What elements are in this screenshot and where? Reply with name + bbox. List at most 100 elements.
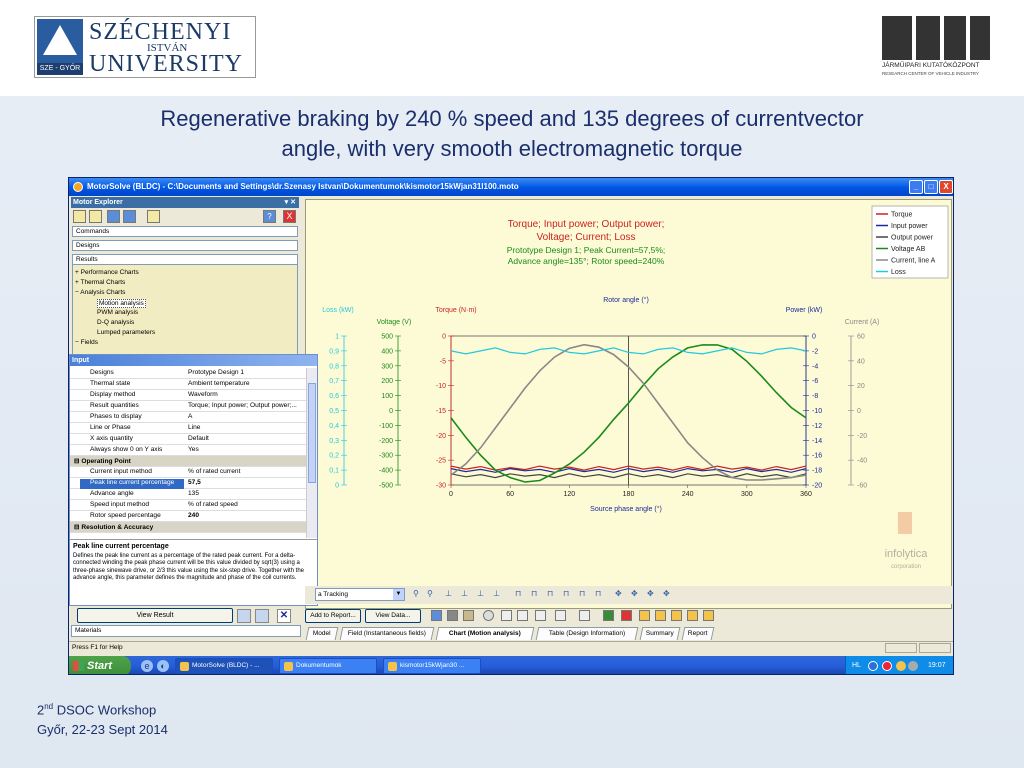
property-grid-scrollbar[interactable] xyxy=(306,368,317,538)
move-icon[interactable]: ✥ xyxy=(615,589,622,598)
view4-icon[interactable] xyxy=(687,610,698,621)
property-row[interactable]: Current input method % of rated current xyxy=(70,467,306,478)
tab-summary[interactable]: Summary xyxy=(639,627,681,640)
new-icon[interactable] xyxy=(73,210,86,223)
zoom-in-icon[interactable]: ⚲ xyxy=(413,589,419,598)
stop-icon[interactable] xyxy=(621,610,632,621)
window-titlebar[interactable]: MotorSolve (BLDC) - C:\Documents and Set… xyxy=(69,178,953,196)
export-icon[interactable] xyxy=(237,609,251,623)
tree-item-analysis-charts[interactable]: − Analysis Charts xyxy=(75,289,125,296)
cursor2-icon[interactable]: ⊓ xyxy=(531,589,537,598)
property-value[interactable]: Waveform xyxy=(188,391,306,398)
property-row[interactable]: Peak line current percentage 57,5 xyxy=(70,478,306,489)
view5-icon[interactable] xyxy=(703,610,714,621)
view-data-button[interactable]: View Data... xyxy=(365,609,421,623)
property-value[interactable]: Prototype Design 1 xyxy=(188,369,306,376)
tab-report[interactable]: Report xyxy=(681,627,715,640)
property-value[interactable]: Line xyxy=(188,424,306,431)
marker-icon[interactable]: ⊥ xyxy=(445,589,452,598)
quicklaunch-ie-icon[interactable]: e xyxy=(141,660,153,672)
start-button[interactable]: Start xyxy=(69,656,131,674)
layout-icon[interactable] xyxy=(517,610,528,621)
designs-button[interactable]: Designs xyxy=(72,240,298,251)
property-row[interactable]: X axis quantity Default xyxy=(70,434,306,445)
tray-volume-icon[interactable] xyxy=(896,661,906,671)
copy-icon[interactable] xyxy=(255,609,269,623)
tree-item-lumped-parameters[interactable]: Lumped parameters xyxy=(97,329,155,336)
tree-item-motion-analysis[interactable]: Motion analysis xyxy=(97,299,146,308)
tab-field[interactable]: Field (Instantaneous fields) xyxy=(339,627,435,640)
axis-icon[interactable] xyxy=(579,610,590,621)
property-value[interactable]: 57,5 xyxy=(188,479,306,486)
tree-item-pwm-analysis[interactable]: PWM analysis xyxy=(97,309,138,316)
property-value[interactable]: % of rated speed xyxy=(188,501,306,508)
color-icon[interactable] xyxy=(483,610,494,621)
view-result-button[interactable]: View Result xyxy=(77,608,233,623)
move2-icon[interactable]: ✥ xyxy=(631,589,638,598)
property-value[interactable]: Default xyxy=(188,435,306,442)
help-icon[interactable]: ? xyxy=(263,210,276,223)
property-value[interactable]: Ambient temperature xyxy=(188,380,306,387)
properties-icon[interactable] xyxy=(147,210,160,223)
language-indicator[interactable]: HL xyxy=(852,656,861,674)
property-value[interactable]: A xyxy=(188,413,306,420)
tracking-select[interactable]: a Tracking ▼ xyxy=(315,588,405,601)
cursor4-icon[interactable]: ⊓ xyxy=(563,589,569,598)
property-row[interactable]: Designs Prototype Design 1 xyxy=(70,368,306,379)
property-value[interactable]: 135 xyxy=(188,490,306,497)
view1-icon[interactable] xyxy=(639,610,650,621)
export-image-icon[interactable] xyxy=(603,610,614,621)
property-category[interactable]: ⊟ Operating Point xyxy=(70,456,306,467)
cursor6-icon[interactable]: ⊓ xyxy=(595,589,601,598)
open-icon[interactable] xyxy=(89,210,102,223)
print-icon[interactable] xyxy=(447,610,458,621)
move4-icon[interactable]: ✥ xyxy=(663,589,670,598)
marker2-icon[interactable]: ⊥ xyxy=(461,589,468,598)
property-value[interactable]: Torque; Input power; Output power;... xyxy=(188,402,306,409)
move3-icon[interactable]: ✥ xyxy=(647,589,654,598)
save-icon[interactable] xyxy=(107,210,120,223)
chevron-down-icon[interactable]: ▼ xyxy=(393,589,404,600)
tree-item-thermal-charts[interactable]: + Thermal Charts xyxy=(75,279,125,286)
property-row[interactable]: Result quantities Torque; Input power; Ou… xyxy=(70,401,306,412)
tree-item-fields[interactable]: − Fields xyxy=(75,339,98,346)
property-row[interactable]: Speed input method % of rated speed xyxy=(70,500,306,511)
tree-item-performance-charts[interactable]: + Performance Charts xyxy=(75,269,139,276)
tray-security-icon[interactable] xyxy=(882,661,892,671)
property-row[interactable]: Always show 0 on Y axis Yes xyxy=(70,445,306,456)
tray-network-icon[interactable] xyxy=(868,661,878,671)
task-motorsolve[interactable]: MotorSolve (BLDC) - ... xyxy=(175,658,273,674)
property-row[interactable]: Thermal state Ambient temperature xyxy=(70,379,306,390)
save-as-icon[interactable] xyxy=(123,210,136,223)
task-kismotor[interactable]: kismotor15kWjan30 ... xyxy=(383,658,481,674)
cancel-icon[interactable]: ✕ xyxy=(277,609,291,623)
grid-icon[interactable] xyxy=(501,610,512,621)
property-row[interactable]: Display method Waveform xyxy=(70,390,306,401)
tab-table[interactable]: Table (Design Information) xyxy=(535,627,639,640)
property-row[interactable]: Phases to display A xyxy=(70,412,306,423)
property-row[interactable]: Line or Phase Line xyxy=(70,423,306,434)
zoom-out-icon[interactable]: ⚲ xyxy=(427,589,433,598)
chart-icon[interactable] xyxy=(431,610,442,621)
materials-button[interactable]: Materials xyxy=(71,625,301,637)
quicklaunch-desktop-icon[interactable]: ◐ xyxy=(157,660,169,672)
view3-icon[interactable] xyxy=(671,610,682,621)
marker4-icon[interactable]: ⊥ xyxy=(493,589,500,598)
tree-item-dq-analysis[interactable]: D-Q analysis xyxy=(97,319,134,326)
close-button[interactable]: X xyxy=(939,180,953,194)
settings-icon[interactable] xyxy=(463,610,474,621)
property-category[interactable]: ⊟ Resolution & Accuracy xyxy=(70,522,306,533)
cursor3-icon[interactable]: ⊓ xyxy=(547,589,553,598)
property-row[interactable]: Rotor speed percentage 240 xyxy=(70,511,306,522)
property-value[interactable]: 240 xyxy=(188,512,306,519)
maximize-button[interactable]: □ xyxy=(924,180,938,194)
2d-icon[interactable] xyxy=(535,610,546,621)
explorer-close-icon[interactable]: X xyxy=(283,210,296,223)
property-value[interactable]: % of rated current xyxy=(188,468,306,475)
task-dokumentumok[interactable]: Dokumentumok xyxy=(279,658,377,674)
tab-chart[interactable]: Chart (Motion analysis) xyxy=(435,627,535,640)
marker3-icon[interactable]: ⊥ xyxy=(477,589,484,598)
cursor1-icon[interactable]: ⊓ xyxy=(515,589,521,598)
explorer-pin-icon[interactable]: ▾ ✕ xyxy=(285,197,296,208)
commands-button[interactable]: Commands xyxy=(72,226,298,237)
